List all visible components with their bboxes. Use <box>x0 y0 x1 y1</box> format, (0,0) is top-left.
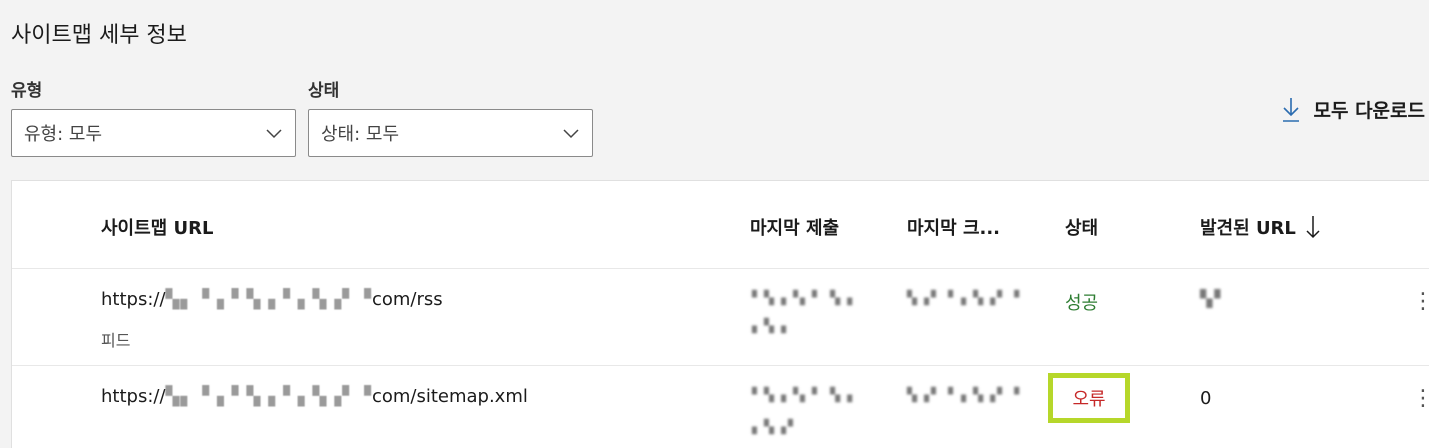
table-header: 사이트맵 URL 마지막 제출 마지막 크... 상태 발견된 URL <box>12 181 1429 269</box>
more-options-icon[interactable]: ⋮ <box>1412 291 1429 313</box>
column-header-last-crawled[interactable]: 마지막 크... <box>907 214 1000 240</box>
column-header-status[interactable]: 상태 <box>1065 214 1098 240</box>
sort-descending-icon <box>1306 216 1320 239</box>
download-all-label: 모두 다운로드 <box>1313 100 1426 122</box>
last-submitted-value: ▘▚▗▝▖▘ ▚▗ <box>752 291 855 306</box>
last-submitted-value-line2: ▖▚▗▘ <box>752 420 800 435</box>
type-filter-select[interactable]: 유형: 모두 <box>11 109 296 157</box>
last-crawled-value: ▚▗▘▝ ▖▚▗▘▝ <box>907 291 1022 306</box>
last-crawled-value: ▚▗▘▝ ▖▚▗▘▝ <box>907 388 1022 403</box>
chevron-down-icon <box>563 129 579 139</box>
chevron-down-icon <box>266 129 282 139</box>
discovered-count: 0 <box>1200 388 1212 409</box>
column-header-discovered[interactable]: 발견된 URL <box>1200 214 1320 240</box>
more-options-icon[interactable]: ⋮ <box>1412 388 1429 410</box>
status-badge: 성공 <box>1065 293 1099 314</box>
table-row[interactable]: https://▚▖▝▗ ▘▚▗▝ ▖▚▗▘▝com/rss 피드 ▘▚▗▝▖▘… <box>12 269 1429 366</box>
status-filter-select[interactable]: 상태: 모두 <box>308 109 593 157</box>
column-header-url[interactable]: 사이트맵 URL <box>101 214 213 240</box>
last-submitted-value: ▘▚▗▝▖▘ ▚▗ <box>752 388 855 403</box>
column-header-last-submitted[interactable]: 마지막 제출 <box>750 214 839 240</box>
status-filter-label: 상태 <box>308 81 340 101</box>
type-filter-value: 유형: 모두 <box>24 124 103 145</box>
last-submitted-value-line2: ▖▚▗ <box>752 319 788 334</box>
status-badge: 오류 <box>1072 389 1106 410</box>
sitemap-type: 피드 <box>101 331 131 350</box>
type-filter-label: 유형 <box>11 81 43 101</box>
sitemap-table: 사이트맵 URL 마지막 제출 마지막 크... 상태 발견된 URL http… <box>11 180 1429 448</box>
table-row[interactable]: https://▚▖▝▗ ▘▚▗▝ ▖▚▗▘▝com/sitemap.xml ▘… <box>12 366 1429 448</box>
status-filter-value: 상태: 모두 <box>321 124 400 145</box>
download-icon <box>1282 97 1299 122</box>
column-header-discovered-label: 발견된 URL <box>1200 218 1296 239</box>
page-title: 사이트맵 세부 정보 <box>11 23 187 48</box>
sitemap-url[interactable]: https://▚▖▝▗ ▘▚▗▝ ▖▚▗▘▝com/rss <box>101 289 443 310</box>
error-highlight: 오류 <box>1048 373 1130 423</box>
download-all-button[interactable]: 모두 다운로드 <box>1282 96 1426 123</box>
sitemap-url[interactable]: https://▚▖▝▗ ▘▚▗▝ ▖▚▗▘▝com/sitemap.xml <box>101 386 528 407</box>
discovered-count: ▚▘ <box>1200 289 1229 308</box>
